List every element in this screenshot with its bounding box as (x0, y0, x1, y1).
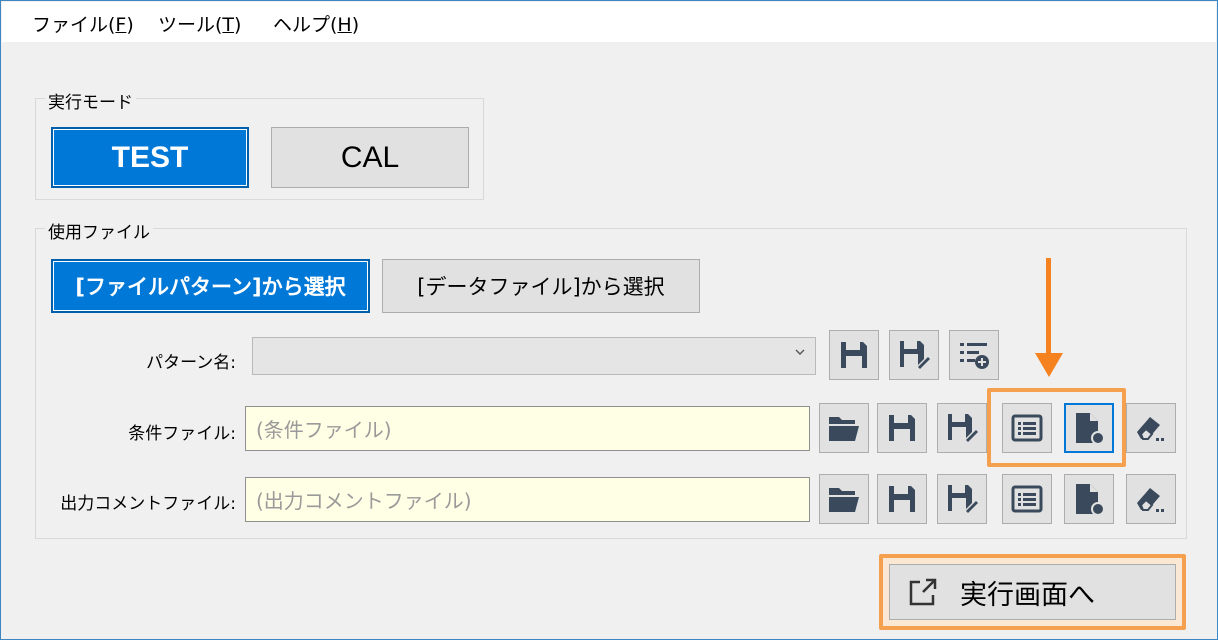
comment-save-button[interactable] (877, 474, 927, 524)
condition-clear-button[interactable] (1126, 403, 1176, 453)
save-as-icon (948, 485, 978, 513)
annotation-arrow-shaft (1046, 258, 1051, 358)
data-select-button[interactable]: [データファイル]から選択 (382, 259, 700, 313)
eraser-icon (1137, 488, 1164, 512)
comment-save-as-button[interactable] (937, 474, 987, 524)
condition-file-label: 条件ファイル: (128, 424, 236, 444)
test-mode-button[interactable]: TEST (51, 127, 249, 188)
menu-file-end: ) (126, 14, 134, 36)
pattern-save-as-button[interactable] (889, 330, 939, 380)
save-icon (841, 342, 867, 368)
comment-clear-button[interactable] (1126, 474, 1176, 524)
add-list-icon (960, 343, 989, 369)
comment-open-button[interactable] (819, 474, 869, 524)
save-as-icon (948, 414, 978, 442)
menu-file-label: ファイル( (32, 14, 116, 36)
mode-group-title: 実行モード (45, 88, 136, 113)
folder-open-icon (829, 488, 859, 512)
file-group-title: 使用ファイル (45, 218, 153, 243)
pattern-name-label: パターン名: (146, 353, 236, 373)
pattern-add-list-button[interactable] (949, 330, 999, 380)
menu-help-label: ヘルプ( (273, 14, 338, 36)
menu-tools[interactable]: ツール(T) (158, 10, 241, 37)
menu-bar: ファイル(F) ツール(T) ヘルプ(H) (2, 2, 1216, 42)
annotation-arrow-head (1035, 353, 1063, 377)
menu-tools-end: ) (234, 14, 242, 36)
eraser-icon (1137, 417, 1164, 441)
menu-help[interactable]: ヘルプ(H) (273, 10, 359, 37)
menu-help-accel: H (337, 14, 352, 36)
comment-file-input[interactable]: (出力コメントファイル) (245, 477, 810, 522)
menu-file-accel: F (115, 14, 127, 36)
comment-new-button[interactable] (1064, 474, 1114, 524)
new-document-icon (1076, 484, 1105, 516)
folder-open-icon (829, 417, 859, 441)
comment-list-button[interactable] (1002, 474, 1052, 524)
cal-mode-button[interactable]: CAL (271, 127, 469, 188)
pattern-save-button[interactable] (829, 330, 879, 380)
app-window: ファイル(F) ツール(T) ヘルプ(H) 実行モード TEST CAL 使用フ… (0, 0, 1218, 640)
condition-save-as-button[interactable] (937, 403, 987, 453)
menu-tools-label: ツール( (158, 14, 223, 36)
condition-save-button[interactable] (877, 403, 927, 453)
menu-tools-accel: T (222, 14, 235, 36)
condition-file-input[interactable]: (条件ファイル) (245, 406, 810, 451)
menu-help-end: ) (351, 14, 360, 36)
exec-screen-button[interactable]: 実行画面へ (889, 564, 1176, 620)
menu-file[interactable]: ファイル(F) (32, 10, 134, 37)
chevron-down-icon (795, 349, 805, 355)
exec-button-highlight: 実行画面へ (879, 554, 1186, 630)
pattern-select-button[interactable]: [ファイルパターン]から選択 (51, 259, 370, 313)
save-as-icon (900, 341, 930, 369)
save-icon (889, 486, 915, 512)
save-icon (889, 415, 915, 441)
condition-open-button[interactable] (819, 403, 869, 453)
exec-screen-label: 実行画面へ (960, 579, 1095, 611)
external-link-icon (909, 578, 937, 606)
annotation-highlight-box (987, 388, 1126, 467)
pattern-name-combobox[interactable] (252, 337, 816, 375)
comment-file-label: 出力コメントファイル: (60, 494, 236, 514)
list-view-icon (1011, 485, 1043, 513)
